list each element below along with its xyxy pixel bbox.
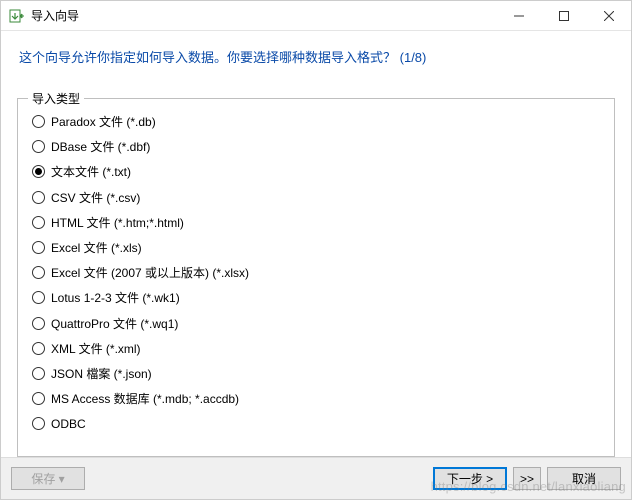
radio-label: CSV 文件 (*.csv) <box>51 189 140 206</box>
heading-text: 这个向导允许你指定如何导入数据。你要选择哪种数据导入格式？ <box>19 50 396 65</box>
step-indicator: (1/8) <box>400 50 427 65</box>
radio-option[interactable]: XML 文件 (*.xml) <box>32 336 600 361</box>
radio-option[interactable]: DBase 文件 (*.dbf) <box>32 134 600 159</box>
radio-option[interactable]: Lotus 1-2-3 文件 (*.wk1) <box>32 285 600 310</box>
minimize-button[interactable] <box>496 1 541 31</box>
save-label: 保存 <box>31 472 55 486</box>
radio-option[interactable]: Excel 文件 (2007 或以上版本) (*.xlsx) <box>32 260 600 285</box>
radio-option[interactable]: CSV 文件 (*.csv) <box>32 185 600 210</box>
import-type-group: 导入类型 Paradox 文件 (*.db)DBase 文件 (*.dbf)文本… <box>17 98 615 457</box>
radio-indicator <box>32 241 45 254</box>
radio-label: 文本文件 (*.txt) <box>51 163 131 180</box>
radio-option[interactable]: Excel 文件 (*.xls) <box>32 235 600 260</box>
wizard-heading: 这个向导允许你指定如何导入数据。你要选择哪种数据导入格式？ (1/8) <box>17 41 615 76</box>
close-button[interactable] <box>586 1 631 31</box>
radio-indicator <box>32 317 45 330</box>
radio-label: ODBC <box>51 417 86 431</box>
radio-option[interactable]: 文本文件 (*.txt) <box>32 159 600 184</box>
import-icon <box>9 8 25 24</box>
radio-indicator <box>32 291 45 304</box>
radio-label: MS Access 数据库 (*.mdb; *.accdb) <box>51 390 239 407</box>
radio-label: JSON 檔案 (*.json) <box>51 365 152 382</box>
radio-indicator <box>32 367 45 380</box>
radio-indicator <box>32 392 45 405</box>
radio-indicator <box>32 191 45 204</box>
radio-option[interactable]: QuattroPro 文件 (*.wq1) <box>32 311 600 336</box>
radio-label: Lotus 1-2-3 文件 (*.wk1) <box>51 289 180 306</box>
group-legend: 导入类型 <box>28 90 84 107</box>
content-area: 这个向导允许你指定如何导入数据。你要选择哪种数据导入格式？ (1/8) 导入类型… <box>1 31 631 457</box>
radio-label: XML 文件 (*.xml) <box>51 340 141 357</box>
radio-option[interactable]: Paradox 文件 (*.db) <box>32 109 600 134</box>
import-wizard-window: 导入向导 这个向导允许你指定如何导入数据。你要选择哪种数据导入格式？ (1/8)… <box>0 0 632 500</box>
next-button[interactable]: 下一步 > <box>433 467 507 490</box>
radio-label: Paradox 文件 (*.db) <box>51 113 156 130</box>
radio-label: DBase 文件 (*.dbf) <box>51 138 150 155</box>
radio-option[interactable]: ODBC <box>32 411 600 436</box>
radio-label: Excel 文件 (*.xls) <box>51 239 142 256</box>
radio-label: Excel 文件 (2007 或以上版本) (*.xlsx) <box>51 264 249 281</box>
radio-indicator <box>32 165 45 178</box>
save-button[interactable]: 保存 ▾ <box>11 467 85 490</box>
radio-indicator <box>32 342 45 355</box>
radio-indicator <box>32 266 45 279</box>
radio-indicator <box>32 216 45 229</box>
maximize-button[interactable] <box>541 1 586 31</box>
radio-option[interactable]: JSON 檔案 (*.json) <box>32 361 600 386</box>
window-title: 导入向导 <box>31 7 79 24</box>
footer-bar: 保存 ▾ 下一步 > >> 取消 <box>1 457 631 499</box>
titlebar: 导入向导 <box>1 1 631 31</box>
radio-label: HTML 文件 (*.htm;*.html) <box>51 214 184 231</box>
radio-indicator <box>32 140 45 153</box>
cancel-button[interactable]: 取消 <box>547 467 621 490</box>
radio-indicator <box>32 417 45 430</box>
radio-indicator <box>32 115 45 128</box>
radio-option[interactable]: HTML 文件 (*.htm;*.html) <box>32 210 600 235</box>
radio-list: Paradox 文件 (*.db) DBase 文件 (*.dbf) 文本文件 (*… <box>32 109 600 436</box>
radio-option[interactable]: MS Access 数据库 (*.mdb; *.accdb) <box>32 386 600 411</box>
skip-button[interactable]: >> <box>513 467 541 490</box>
radio-label: QuattroPro 文件 (*.wq1) <box>51 315 178 332</box>
